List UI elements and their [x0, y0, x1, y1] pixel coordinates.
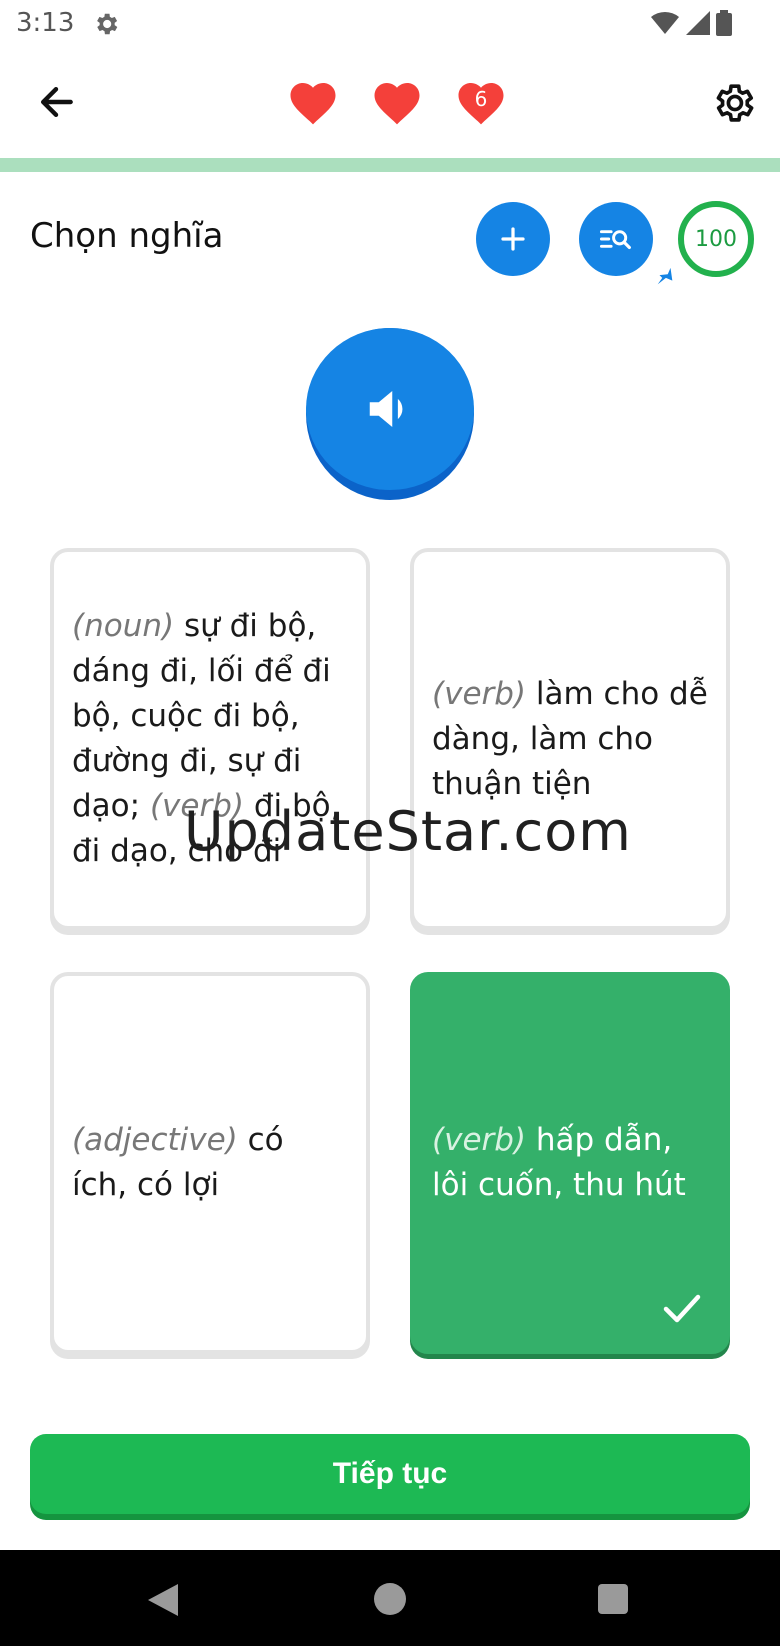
nav-home-icon[interactable] [374, 1583, 406, 1615]
status-time: 3:13 [16, 8, 75, 38]
plus-icon [501, 227, 525, 251]
screen: 3:13 6 Chọn nghĩa 100 (noun) sự đi bộ, d… [0, 0, 780, 1646]
exercise-title: Chọn nghĩa [30, 216, 224, 256]
signal-icon [686, 11, 710, 39]
heart-icon: 6 [454, 76, 508, 126]
part-of-speech: (verb) [432, 1122, 527, 1158]
watermark: UpdateStar.com [184, 800, 632, 863]
play-audio-button[interactable] [306, 328, 474, 500]
battery-icon [716, 10, 732, 40]
wifi-icon [650, 11, 680, 39]
answer-text: (verb) hấp dẫn, lôi cuốn, thu hút [432, 1118, 708, 1208]
heart-icon [286, 76, 340, 126]
nav-back-icon[interactable] [146, 1582, 180, 1618]
answer-option-3[interactable]: (adjective) có ích, có lợi [50, 972, 370, 1354]
nav-recents-icon[interactable] [598, 1584, 628, 1614]
back-button[interactable] [34, 80, 78, 124]
lookup-button[interactable] [579, 202, 653, 276]
lesson-progress-bar [0, 158, 780, 172]
check-icon [663, 1294, 701, 1323]
settings-icon [92, 10, 120, 38]
score-value: 100 [695, 226, 737, 252]
answer-option-2[interactable]: (verb) làm cho dễ dàng, làm cho thuận ti… [410, 548, 730, 930]
add-word-button[interactable] [476, 202, 550, 276]
lives-indicator: 6 [286, 76, 508, 126]
gear-icon [716, 84, 754, 122]
score-indicator: 100 [678, 201, 754, 277]
system-nav-bar [0, 1550, 780, 1646]
arrow-left-icon [40, 86, 73, 118]
part-of-speech: (verb) [432, 675, 527, 712]
settings-button[interactable] [710, 80, 756, 126]
status-indicators [650, 10, 732, 40]
heart-icon [370, 76, 424, 126]
answer-option-4-selected[interactable]: (verb) hấp dẫn, lôi cuốn, thu hút [410, 972, 730, 1354]
part-of-speech: (adjective) [72, 1122, 238, 1158]
answer-option-1[interactable]: (noun) sự đi bộ, dáng đi, lối để đi bộ, … [50, 548, 370, 930]
continue-button[interactable]: Tiếp tục [30, 1434, 750, 1514]
answer-text: (verb) làm cho dễ dàng, làm cho thuận ti… [432, 672, 708, 807]
answer-text: (adjective) có ích, có lợi [72, 1118, 348, 1208]
status-bar: 3:13 [0, 0, 780, 50]
speaker-icon [369, 391, 403, 427]
heart-count: 6 [474, 87, 488, 111]
part-of-speech: (noun) [72, 608, 175, 644]
list-search-icon [599, 230, 631, 250]
pin-icon [657, 267, 673, 285]
